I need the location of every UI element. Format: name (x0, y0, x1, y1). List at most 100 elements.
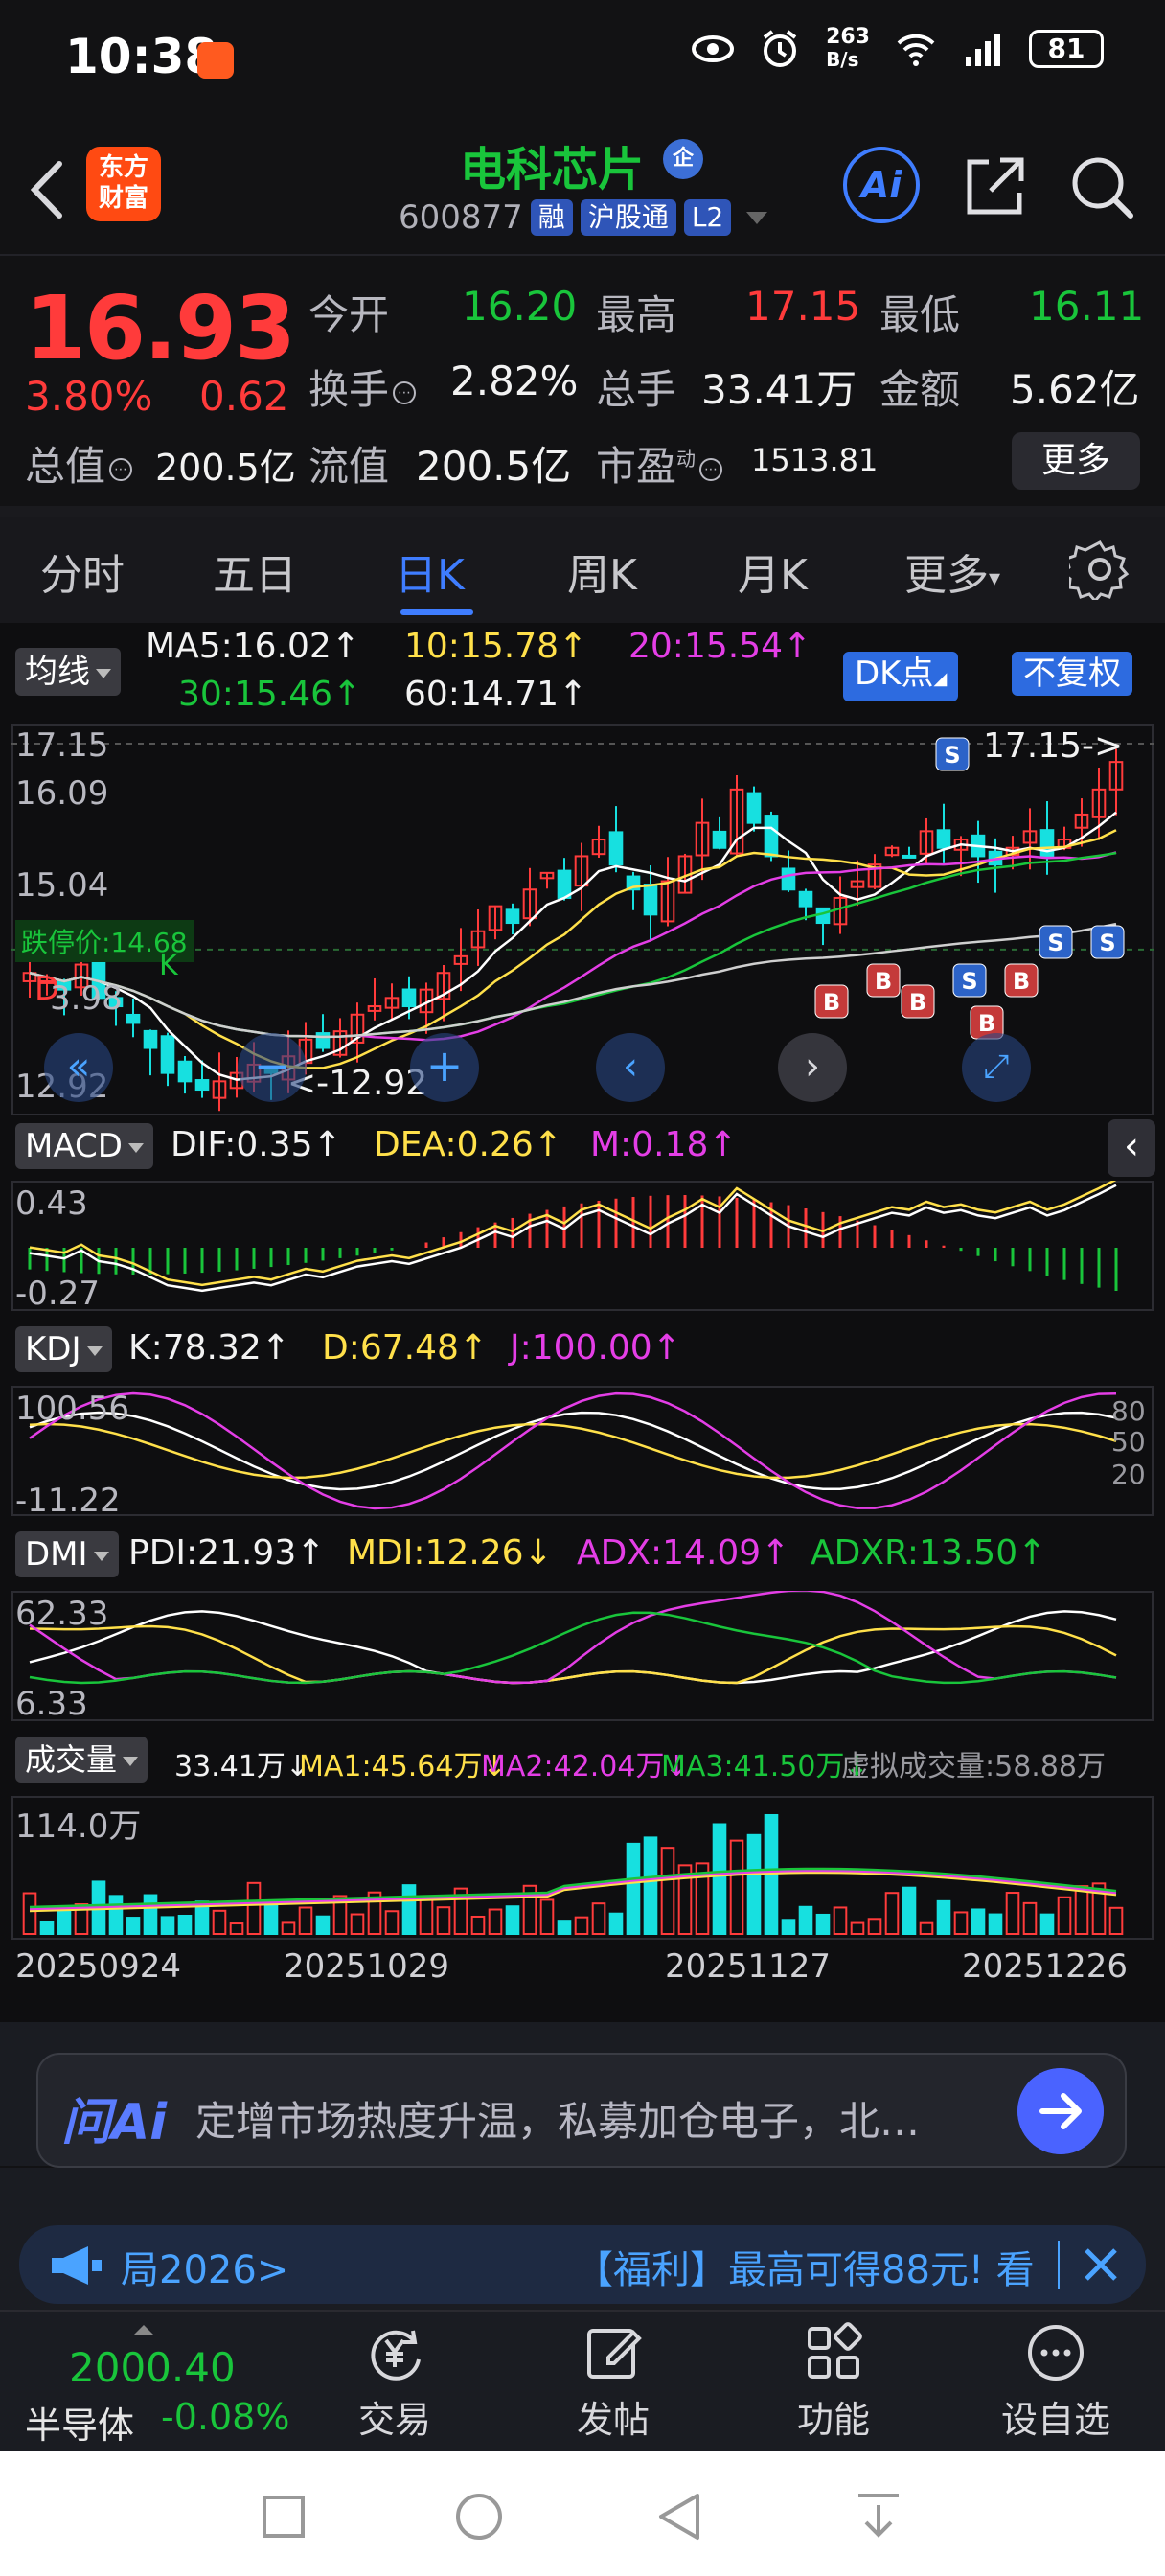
tab-monthly-k[interactable]: 月K (738, 540, 808, 602)
notice-divider (1058, 2241, 1060, 2288)
notice-text-left: 局2026> (121, 2248, 289, 2292)
nav-functions[interactable]: 功能 (766, 2321, 901, 2443)
minus-icon[interactable]: − (238, 1033, 307, 1102)
net-speed: 263 B/s (826, 27, 870, 72)
volume-bar (470, 1915, 486, 1935)
tab-intraday[interactable]: 分时 (40, 540, 125, 602)
wifi-icon (897, 34, 935, 66)
plus-icon[interactable]: + (410, 1033, 479, 1102)
volume-bar (971, 1908, 986, 1935)
ai-bar-container: 问Ai 定增市场热度升温，私募加仓电子，北… (0, 2022, 1165, 2168)
volume-bar (902, 1886, 917, 1935)
volume-bar (712, 1823, 727, 1935)
volume-chip-label: 成交量 (25, 1741, 118, 1778)
nav-post[interactable]: 发帖 (546, 2321, 680, 2443)
nav-add-watchlist[interactable]: 设自选 (989, 2321, 1123, 2443)
dk-point-label: DK点 (855, 655, 934, 693)
expand-icon[interactable]: ⤢ (962, 1033, 1031, 1102)
volume-bar (39, 1920, 55, 1936)
macd-dea: DEA:0.26↑ (374, 1125, 562, 1164)
tab-daily-k[interactable]: 日K (395, 540, 465, 602)
ma-chip-label: 均线 (25, 653, 90, 691)
volume-bar (126, 1917, 141, 1935)
collapse-panel-icon[interactable]: ‹ (1108, 1119, 1155, 1177)
volume-bar (660, 1847, 675, 1935)
caret-down-icon (96, 668, 111, 678)
date-label-3: 20251127 (665, 1947, 832, 1986)
home-icon[interactable] (454, 2492, 504, 2542)
volume-bar (108, 1895, 124, 1935)
ai-button[interactable]: Ai (843, 147, 920, 223)
logo-line1: 东方 (98, 153, 148, 182)
volume-bar (350, 1913, 365, 1936)
info-icon[interactable]: ⋯ (109, 457, 133, 481)
price-change: 0.62 (199, 373, 289, 420)
adjust-button[interactable]: 不复权 (1012, 652, 1132, 696)
macd-chip-label: MACD (25, 1127, 123, 1165)
float-value: 200.5亿 (416, 443, 572, 490)
volume-bar (401, 1884, 417, 1935)
macd-line (29, 1181, 1117, 1287)
chevron-left-icon[interactable]: ‹ (596, 1033, 665, 1102)
volume-chart (22, 1813, 1124, 1936)
volume-bar (936, 1899, 951, 1935)
recent-apps-icon[interactable] (261, 2494, 307, 2540)
share-icon[interactable] (962, 152, 1029, 219)
tab-weekly-k[interactable]: 周K (567, 540, 637, 602)
back-triangle-icon[interactable] (655, 2492, 703, 2542)
tab-more-label: 更多 (904, 551, 989, 600)
net-speed-unit: B/s (826, 48, 859, 71)
tab-five-day[interactable]: 五日 (213, 540, 297, 602)
close-icon[interactable] (1077, 2241, 1125, 2288)
volume-bar (557, 1920, 572, 1935)
search-icon[interactable] (1067, 152, 1136, 221)
ma10-value: 10:15.78↑ (404, 627, 588, 666)
kdj-ref-50: 50 (1111, 1426, 1146, 1458)
more-button[interactable]: 更多 (1012, 432, 1140, 490)
nav-trade[interactable]: 交易 (328, 2321, 462, 2443)
tab-more[interactable]: 更多▾ (904, 540, 1000, 602)
volume-bar (419, 1898, 434, 1935)
info-icon[interactable]: ⋯ (393, 380, 417, 404)
sector-index-name[interactable]: 半导体 (25, 2396, 134, 2449)
chart-area[interactable]: 均线 MA5:16.02↑ 10:15.78↑ 20:15.54↑ 30:15.… (0, 623, 1165, 2022)
back-arrow-icon[interactable] (23, 156, 71, 223)
float-label: 流值 (308, 443, 390, 490)
notice-banner[interactable]: 局2026> 【福利】最高可得88元! 看 (19, 2225, 1146, 2304)
volume-bar (263, 1900, 279, 1935)
sector-index-value[interactable]: 2000.40 (69, 2344, 236, 2391)
macd-y-bottom: -0.27 (15, 1275, 100, 1313)
kdj-chip[interactable]: KDJ (15, 1326, 112, 1372)
double-left-icon[interactable]: « (44, 1033, 113, 1102)
enterprise-badge: 企 (663, 139, 703, 179)
volume-bar (143, 1894, 158, 1935)
candle-body (177, 1060, 193, 1083)
ai-question-bar[interactable]: 问Ai 定增市场热度升温，私募加仓电子，北… (36, 2053, 1127, 2168)
mark-label: B (823, 989, 840, 1016)
ma-chip[interactable]: 均线 (15, 648, 121, 696)
volume-bar (591, 1902, 606, 1935)
ai-suggestion-text[interactable]: 定增市场热度升温，私募加仓电子，北… (195, 2089, 971, 2148)
mktcap-label-text: 总值 (25, 443, 106, 490)
caret-down-icon (123, 1757, 139, 1766)
volume-bar (281, 1921, 296, 1936)
dk-point-button[interactable]: DK点◢ (843, 652, 959, 702)
caret-down-icon: ▾ (989, 564, 1001, 591)
info-icon[interactable]: ⋯ (699, 457, 723, 481)
grid-icon (808, 2322, 862, 2379)
pe-sup: 动 (676, 448, 697, 471)
gear-icon[interactable] (1069, 539, 1131, 600)
macd-chip[interactable]: MACD (15, 1123, 153, 1169)
divider (0, 506, 1165, 518)
caret-down-icon (127, 1142, 144, 1153)
kdj-ref-20: 20 (1111, 1459, 1146, 1490)
ma60-value: 60:14.71↑ (404, 675, 588, 714)
volume-bar (867, 1918, 882, 1936)
stock-code-row[interactable]: 600877 融 沪股通 L2 (399, 198, 768, 237)
download-arrow-icon[interactable] (855, 2490, 902, 2543)
dmi-chip[interactable]: DMI (15, 1531, 119, 1577)
chevron-right-icon[interactable]: › (778, 1033, 847, 1102)
mktcap-value: 200.5亿 (155, 447, 296, 489)
volume-chip[interactable]: 成交量 (15, 1736, 148, 1782)
arrow-right-icon[interactable] (1017, 2068, 1104, 2154)
